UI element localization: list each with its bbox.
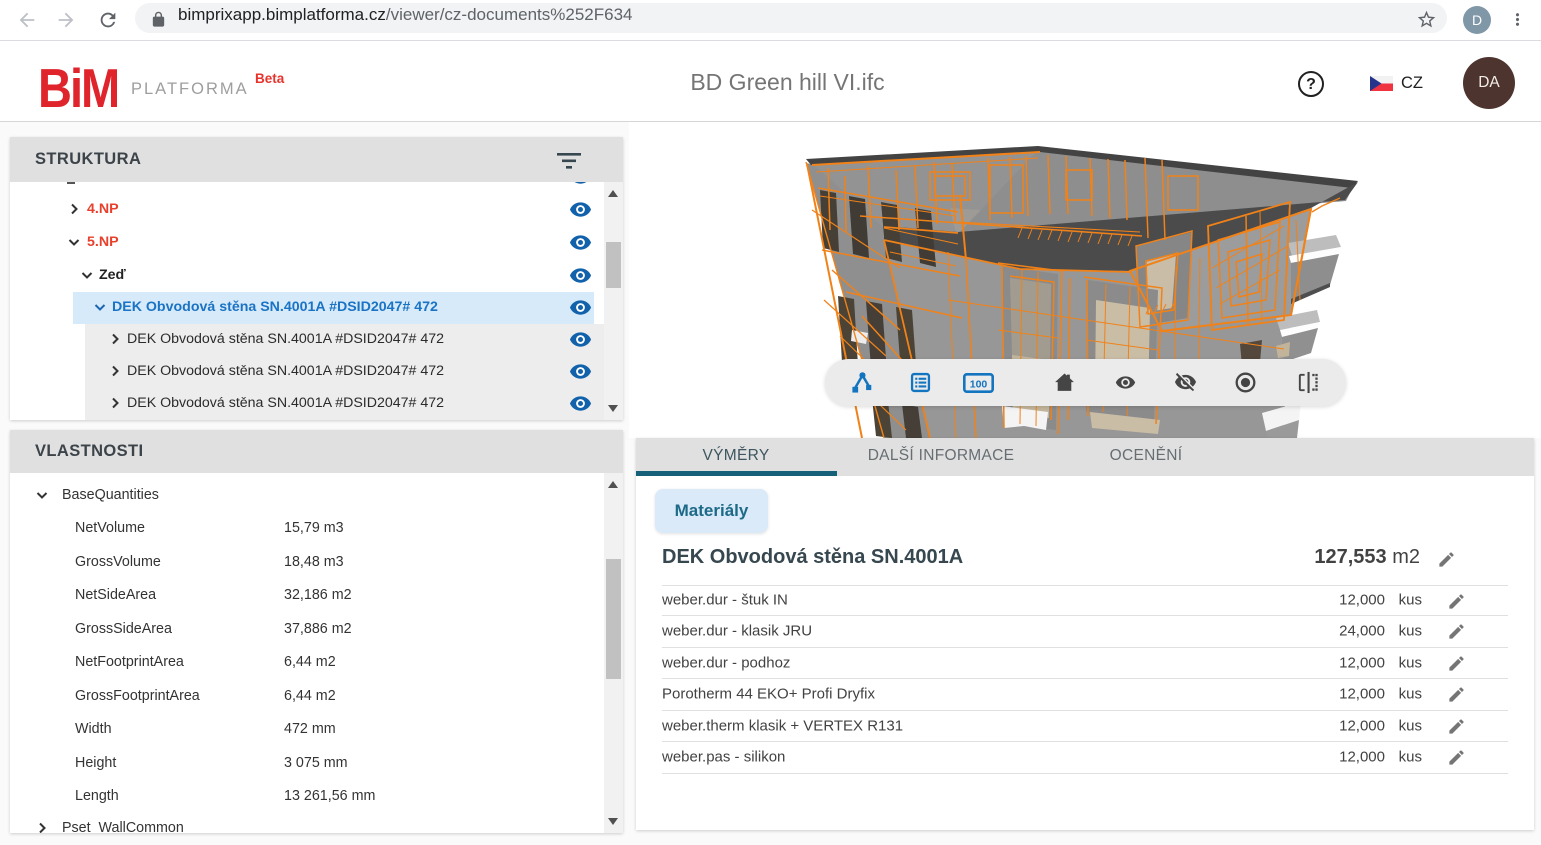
svg-text:100: 100 (970, 379, 988, 391)
